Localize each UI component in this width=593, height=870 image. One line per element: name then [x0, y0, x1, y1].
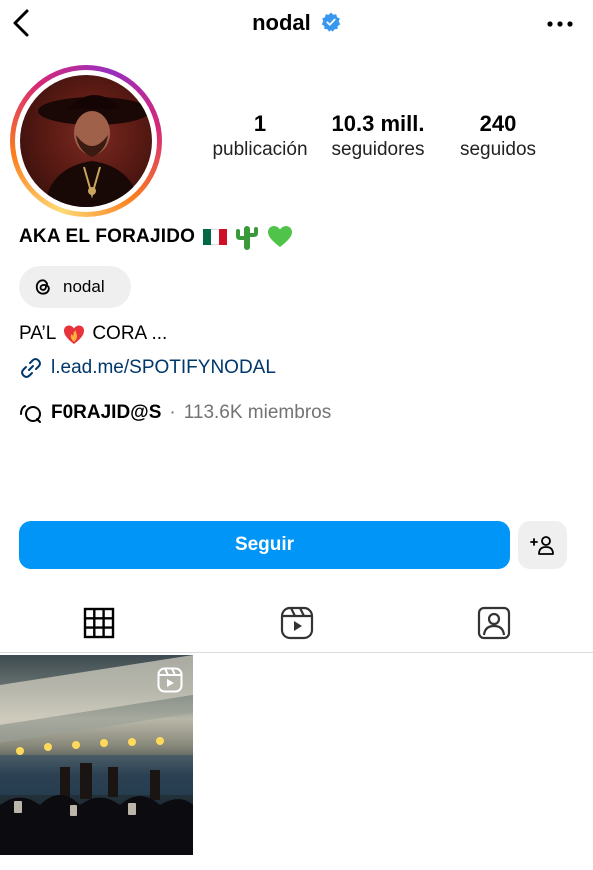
- reel-icon: [157, 667, 183, 693]
- stat-value: 10.3 mill.: [331, 111, 425, 136]
- profile-tabs: [0, 597, 593, 653]
- channel-members: 113.6K miembros: [183, 402, 332, 423]
- display-name: AKA EL FORAJIDO: [19, 226, 196, 247]
- green-heart-icon: [268, 226, 293, 247]
- broadcast-channel[interactable]: F0RAJID@S · 113.6K miembros: [19, 402, 331, 424]
- stat-value: 1: [253, 111, 267, 136]
- tab-tagged[interactable]: [395, 597, 593, 649]
- grid-icon: [83, 607, 115, 639]
- profile-title: nodal: [0, 9, 593, 36]
- ellipsis-icon: [547, 21, 573, 27]
- avatar-story-ring[interactable]: [10, 65, 162, 217]
- top-bar: nodal: [0, 0, 593, 46]
- channel-icon: [20, 405, 41, 423]
- post-thumbnail[interactable]: [0, 655, 193, 855]
- profile-bio: PA’L CORA ...: [19, 322, 167, 346]
- bio-text: PA’L: [19, 323, 57, 344]
- bio-text-rest: CORA ...: [92, 323, 168, 344]
- suggested-accounts-button[interactable]: [518, 521, 567, 569]
- threads-handle: nodal: [63, 277, 105, 296]
- profile-name: AKA EL FORAJIDO: [19, 224, 293, 250]
- stat-followers[interactable]: 10.3 mill. seguidores: [320, 110, 436, 162]
- channel-separator: ·: [169, 402, 176, 423]
- follow-button[interactable]: Seguir: [19, 521, 510, 569]
- avatar-image: [38, 95, 150, 207]
- threads-profile-chip[interactable]: nodal: [19, 266, 131, 308]
- cactus-icon: [236, 226, 259, 250]
- tab-grid[interactable]: [0, 597, 198, 649]
- threads-icon: [35, 279, 50, 295]
- add-person-icon: [529, 536, 554, 555]
- stat-posts[interactable]: 1 publicación: [200, 110, 320, 162]
- profile-stats: 1 publicación 10.3 mill. seguidores 240 …: [200, 110, 560, 162]
- more-options-button[interactable]: [545, 14, 575, 34]
- stat-label: publicación: [212, 139, 308, 160]
- verified-badge-icon: [321, 12, 341, 32]
- mexico-flag-icon: [203, 229, 228, 245]
- stat-value: 240: [479, 111, 517, 136]
- link-icon: [21, 358, 41, 378]
- stat-following[interactable]: 240 seguidos: [436, 110, 560, 162]
- username: nodal: [252, 10, 311, 36]
- link-text: l.ead.me/SPOTIFYNODAL: [51, 357, 276, 378]
- tab-reels[interactable]: [198, 597, 396, 649]
- heart-on-fire-icon: [64, 325, 85, 344]
- profile-link[interactable]: l.ead.me/SPOTIFYNODAL: [19, 356, 276, 380]
- stat-label: seguidores: [331, 139, 425, 160]
- channel-name: F0RAJID@S: [51, 402, 162, 423]
- tagged-icon: [478, 606, 511, 640]
- stat-label: seguidos: [459, 139, 537, 160]
- avatar: [20, 75, 152, 207]
- reels-icon: [280, 606, 313, 640]
